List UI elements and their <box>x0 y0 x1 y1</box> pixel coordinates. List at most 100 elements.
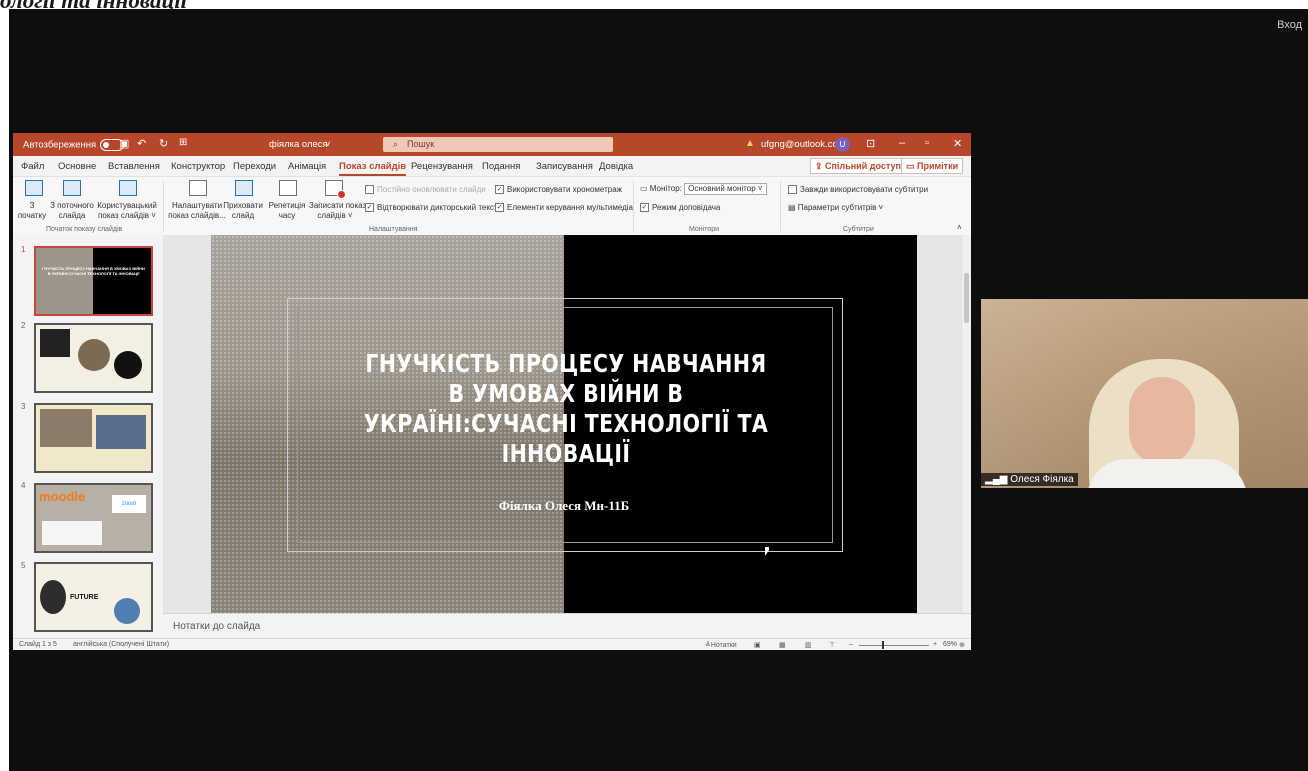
normal-view-icon[interactable]: ▣ <box>754 641 761 649</box>
always-subtitles-checkbox[interactable]: Завжди використовувати субтитри <box>788 185 928 195</box>
slide-counter: Слайд 1 з 5 <box>19 641 57 648</box>
share-label: Спільний доступ <box>825 161 901 171</box>
custom-show-button[interactable]: Користувацький показ слайдів ˅ <box>97 201 157 221</box>
language-status[interactable]: англійська (Сполучені Штати) <box>73 641 169 648</box>
notes-toggle[interactable]: ≜Нотатки <box>705 641 737 649</box>
slide-title[interactable]: ГНУЧКІСТЬ ПРОЦЕСУ НАВЧАННЯ В УМОВАХ ВІЙН… <box>357 349 775 469</box>
document-title[interactable]: фіялка олеся <box>269 139 328 150</box>
scrollbar-thumb[interactable] <box>964 273 969 323</box>
search-box[interactable]: ⌕ Пошук <box>383 137 613 152</box>
tab-view[interactable]: Подання <box>482 161 520 172</box>
slide-thumbnails: 1 ГНУЧКІСТЬ ПРОЦЕСУ НАВЧАННЯ В УМОВАХ ВІ… <box>13 235 163 638</box>
setup-show-button[interactable]: Налаштувати показ слайдів... <box>167 201 227 221</box>
thumbnail-number: 1 <box>21 245 26 254</box>
thumbnail-number: 2 <box>21 321 26 330</box>
monitor-icon: ▭ <box>640 184 650 193</box>
tab-home[interactable]: Основне <box>58 161 96 172</box>
zoom-slider-handle[interactable] <box>882 641 884 649</box>
from-beginning-icon <box>25 180 43 196</box>
rehearse-timings-button[interactable]: Репетиція часу <box>266 201 308 221</box>
setup-show-icon <box>189 180 207 196</box>
zoom-out-icon[interactable]: – <box>849 641 853 648</box>
zoom-in-icon[interactable]: + <box>933 641 937 648</box>
slide-scrollbar[interactable] <box>961 235 971 613</box>
from-beginning-button[interactable]: Зпочатку <box>13 201 51 221</box>
thumbnail-slide-5[interactable]: FUTURE <box>34 562 153 632</box>
autosave-label: Автозбереження <box>23 139 97 151</box>
tab-insert[interactable]: Вставлення <box>108 161 160 172</box>
notes-pane[interactable]: Нотатки до слайда <box>163 613 971 638</box>
slide-author[interactable]: Фіялка Олеся Мн-11Б <box>211 498 917 514</box>
collapse-ribbon-icon[interactable]: ˄ <box>957 223 962 233</box>
thumbnail-slide-1-title: ГНУЧКІСТЬ ПРОЦЕСУ НАВЧАННЯ В УМОВАХ ВІЙН… <box>42 266 145 276</box>
participant-shirt <box>1087 459 1247 488</box>
tab-recording[interactable]: Записування <box>536 161 593 172</box>
comments-button[interactable]: ▭ Примітки <box>901 158 964 174</box>
minimize-icon[interactable]: – <box>899 137 905 149</box>
warning-icon[interactable]: ▲ <box>745 138 755 149</box>
zoom-level[interactable]: 69% <box>943 641 957 648</box>
from-current-icon <box>63 180 81 196</box>
presenter-view-checkbox[interactable]: ✓ Режим доповідача <box>640 203 720 213</box>
use-timings-checkbox[interactable]: ✓ Використовувати хронометраж <box>495 185 622 195</box>
tab-transitions[interactable]: Переходи <box>233 161 276 172</box>
share-button[interactable]: ⇪ Спільний доступ <box>810 158 906 174</box>
moodle-logo: moodle <box>39 489 86 504</box>
notes-placeholder: Нотатки до слайда <box>173 621 261 632</box>
title-bar: Автозбереження ▣ ↶ ↻ ⊞ фіялка олеся ˅ ⌕ … <box>13 133 971 156</box>
tab-slide-show[interactable]: Показ слайдів <box>339 161 407 176</box>
rehearse-timings-icon <box>279 180 297 196</box>
keep-updated-checkbox[interactable]: Постійно оновлювати слайди <box>365 185 486 195</box>
monitor-select[interactable]: ▭ Монітор: Основний монітор ˅ <box>640 183 767 195</box>
hide-slide-button[interactable]: Приховати слайд <box>223 201 263 221</box>
thumbnail-slide-4[interactable]: moodle zoom <box>34 483 153 553</box>
reading-view-icon[interactable]: ▥ <box>805 641 812 649</box>
tab-animations[interactable]: Анімація <box>288 161 326 172</box>
search-icon: ⌕ <box>393 139 399 149</box>
thumbnail-number: 5 <box>21 561 26 570</box>
custom-show-icon <box>119 180 137 196</box>
present-icon[interactable]: ⊞ <box>179 137 187 148</box>
slide-sorter-icon[interactable]: ▦ <box>779 641 786 649</box>
thumbnail-slide-1[interactable]: ГНУЧКІСТЬ ПРОЦЕСУ НАВЧАННЯ В УМОВАХ ВІЙН… <box>34 246 153 316</box>
close-icon[interactable]: ✕ <box>953 137 962 150</box>
hide-slide-icon <box>235 180 253 196</box>
slideshow-view-icon[interactable]: ⊤ <box>829 641 835 649</box>
restore-icon[interactable]: ▫ <box>925 137 929 149</box>
redo-icon[interactable]: ↻ <box>159 137 168 150</box>
current-slide[interactable]: ГНУЧКІСТЬ ПРОЦЕСУ НАВЧАННЯ В УМОВАХ ВІЙН… <box>211 235 917 613</box>
status-bar: Слайд 1 з 5 англійська (Сполучені Штати)… <box>13 638 971 650</box>
group-settings: Налаштування <box>369 226 418 233</box>
mouse-cursor-icon <box>765 547 769 556</box>
avatar[interactable]: U <box>835 137 850 152</box>
from-current-button[interactable]: З поточного слайда <box>49 201 95 221</box>
comments-label: Примітки <box>917 161 959 171</box>
ribbon-tabs: Файл Основне Вставлення Конструктор Пере… <box>13 156 971 176</box>
fit-slide-icon[interactable]: ⊕ <box>959 641 965 649</box>
thumbnail-slide-2[interactable] <box>34 323 153 393</box>
tab-file[interactable]: Файл <box>21 161 44 172</box>
save-icon[interactable]: ▣ <box>119 137 129 150</box>
subtitle-settings-button[interactable]: ▤ Параметри субтитрів ˅ <box>788 203 883 213</box>
future-word: FUTURE <box>70 594 99 601</box>
thumbnail-number: 3 <box>21 402 26 411</box>
media-controls-checkbox[interactable]: ✓ Елементи керування мультимедіа <box>495 203 633 213</box>
share-icon: ⇪ <box>815 161 826 171</box>
undo-icon[interactable]: ↶ <box>137 137 146 150</box>
thumbnail-slide-3[interactable] <box>34 403 153 473</box>
powerpoint-window: Автозбереження ▣ ↶ ↻ ⊞ фіялка олеся ˅ ⌕ … <box>13 133 971 650</box>
record-button[interactable]: Записати показ слайдів ˅ <box>309 201 366 221</box>
zoom-logo: zoom <box>112 495 146 513</box>
tab-help[interactable]: Довідка <box>599 161 633 172</box>
zoom-slider[interactable] <box>859 645 929 646</box>
tab-review[interactable]: Рецензування <box>411 161 473 172</box>
group-start-show: Початок показу слайдів <box>46 226 123 233</box>
play-narrations-checkbox[interactable]: ✓ Відтворювати дикторський текст <box>365 203 498 213</box>
group-monitors: Монітори <box>689 226 720 233</box>
autosave-control[interactable]: Автозбереження <box>23 139 125 151</box>
signin-link[interactable]: Вход <box>1277 19 1302 31</box>
account-email[interactable]: ufgng@outlook.com <box>761 139 846 150</box>
tab-design[interactable]: Конструктор <box>171 161 225 172</box>
participant-video[interactable]: ▂▄▆ Олеся Фіялка <box>981 299 1308 488</box>
ribbon-display-icon[interactable]: ⊡ <box>866 137 875 150</box>
